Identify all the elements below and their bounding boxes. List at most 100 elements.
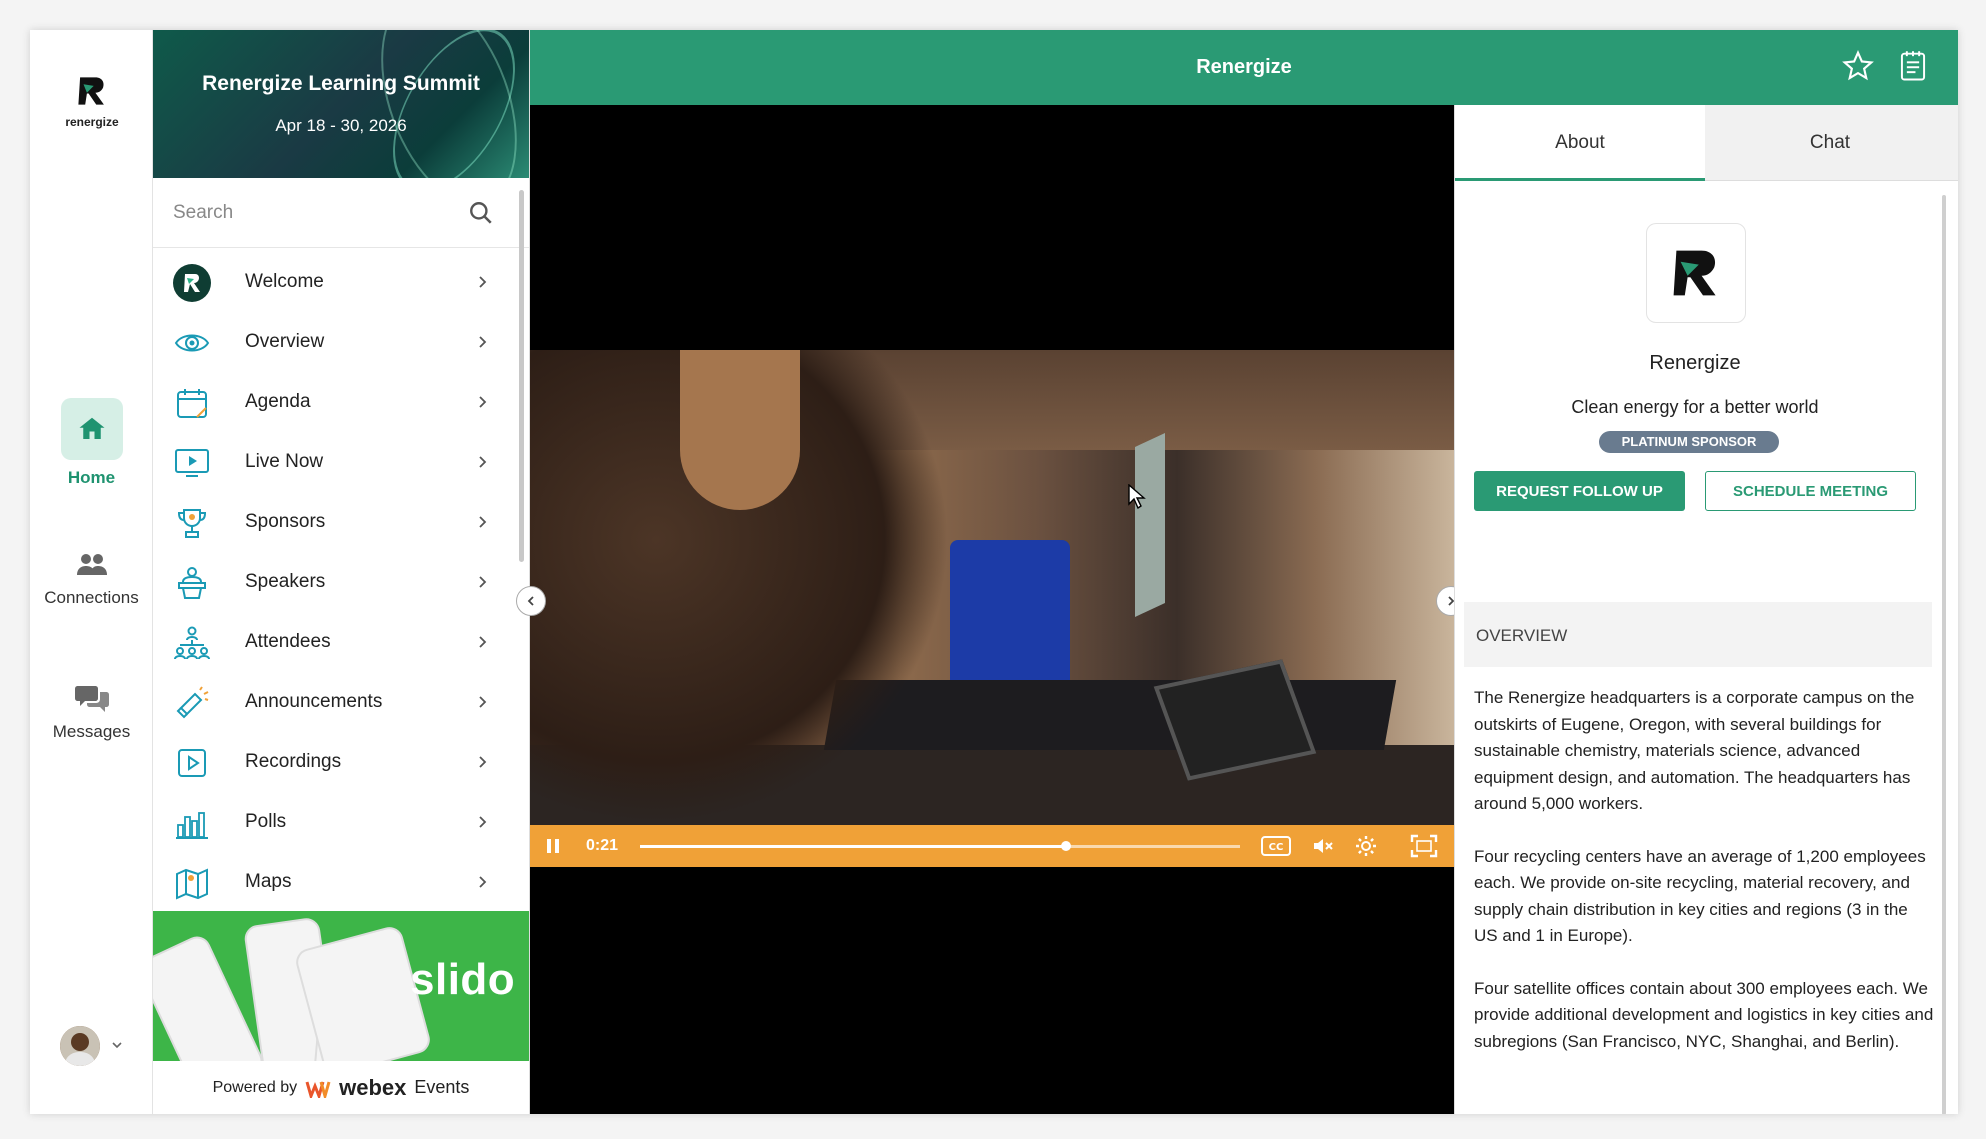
player-controls: 0:21 CC	[530, 825, 1454, 867]
logo-wordmark: renergize	[65, 115, 119, 129]
home-icon	[60, 398, 123, 460]
nav-item-speakers[interactable]: Speakers	[153, 552, 519, 612]
powered-by-label: Powered by	[212, 1078, 298, 1096]
nav-item-sponsors[interactable]: Sponsors	[153, 492, 519, 552]
chevron-right-icon	[479, 696, 487, 708]
podium-icon	[173, 564, 211, 602]
settings-gear-icon[interactable]	[1354, 834, 1378, 858]
event-nav: Renergize Learning Summit Apr 18 - 30, 2…	[153, 30, 530, 1114]
search-icon[interactable]	[468, 200, 494, 226]
slido-wordmark: slido	[410, 955, 516, 1004]
webex-events-label: Events	[414, 1077, 470, 1097]
nav-item-label: Announcements	[245, 691, 383, 712]
notes-icon[interactable]	[1898, 50, 1928, 82]
chevron-right-icon	[479, 816, 487, 828]
fullscreen-icon[interactable]	[1410, 834, 1438, 858]
sponsor-logo	[1646, 223, 1746, 323]
event-title: Renergize Learning Summit	[202, 72, 480, 95]
schedule-meeting-button[interactable]: SCHEDULE MEETING	[1705, 471, 1916, 511]
nav-item-overview[interactable]: Overview	[153, 312, 519, 372]
nav-item-label: Attendees	[245, 631, 331, 652]
about-panel: About Chat Renergize Clean energy for a …	[1454, 105, 1958, 1114]
people-icon	[76, 554, 107, 575]
panel-scrollbar[interactable]	[1942, 195, 1946, 1114]
sponsor-tier-badge: PLATINUM SPONSOR	[1599, 431, 1779, 453]
playback-time: 0:21	[586, 837, 619, 854]
star-icon[interactable]	[1842, 50, 1874, 82]
renergize-logo[interactable]: renergize	[50, 74, 134, 129]
nav-item-label: Polls	[245, 811, 287, 832]
map-icon	[173, 864, 211, 902]
chat-bubbles-icon	[74, 686, 109, 712]
renergize-logo-icon	[1673, 250, 1716, 296]
search-input[interactable]	[173, 198, 453, 228]
chevron-right-icon	[479, 636, 487, 648]
progress-handle[interactable]	[1061, 841, 1071, 851]
nav-item-label: Recordings	[245, 751, 342, 772]
nav-item-label: Live Now	[245, 451, 324, 472]
nav-item-welcome[interactable]: Welcome	[153, 252, 519, 312]
renergize-logo-icon	[173, 264, 211, 302]
mouse-cursor-icon	[1128, 484, 1146, 510]
nav-list: Welcome Overview Agenda Live Now Sponsor…	[153, 252, 519, 912]
bar-chart-icon	[173, 804, 211, 842]
nav-item-polls[interactable]: Polls	[153, 792, 519, 852]
chevron-right-icon	[479, 876, 487, 888]
nav-item-recordings[interactable]: Recordings	[153, 732, 519, 792]
overview-paragraph: Four satellite offices contain about 300…	[1474, 978, 1934, 1051]
nav-item-label: Speakers	[245, 571, 326, 592]
nav-item-agenda[interactable]: Agenda	[153, 372, 519, 432]
webex-brand: webex	[339, 1074, 407, 1100]
rail-item-label: Messages	[52, 722, 131, 741]
top-bar: Renergize	[530, 30, 1958, 105]
megaphone-icon	[173, 684, 211, 722]
nav-item-maps[interactable]: Maps	[153, 852, 519, 912]
trophy-icon	[173, 504, 211, 542]
play-square-icon	[173, 744, 211, 782]
app-window: renergize Home Connections Messages Rene…	[30, 30, 1958, 1114]
nav-scrollbar[interactable]	[519, 190, 524, 562]
chevron-right-icon	[479, 396, 487, 408]
tab-about[interactable]: About	[1455, 105, 1705, 181]
rail-item-home[interactable]: Home	[30, 398, 153, 488]
rail-item-label: Home	[67, 468, 116, 487]
progress-bar[interactable]	[640, 841, 1240, 851]
nav-item-label: Maps	[245, 871, 292, 892]
closed-captions-icon[interactable]: CC	[1260, 835, 1292, 857]
search-bar	[153, 178, 529, 248]
org-chart-icon	[173, 624, 211, 662]
chevron-right-icon	[479, 336, 487, 348]
nav-item-label: Overview	[245, 331, 325, 352]
nav-item-attendees[interactable]: Attendees	[153, 612, 519, 672]
nav-item-label: Agenda	[245, 391, 311, 412]
overview-heading: OVERVIEW	[1464, 602, 1932, 667]
chevron-down-icon[interactable]	[110, 1038, 124, 1052]
chevron-right-icon	[479, 516, 487, 528]
svg-text:CC: CC	[1269, 842, 1284, 853]
request-follow-up-button[interactable]: REQUEST FOLLOW UP	[1474, 471, 1685, 511]
overview-text: The Renergize headquarters is a corporat…	[1474, 685, 1934, 1081]
video-player[interactable]: 0:21 CC	[530, 105, 1454, 1114]
sponsor-name: Renergize	[1649, 352, 1741, 374]
monitor-play-icon	[173, 444, 211, 482]
nav-item-label: Sponsors	[245, 511, 326, 532]
nav-item-label: Welcome	[245, 271, 324, 292]
nav-item-announcements[interactable]: Announcements	[153, 672, 519, 732]
rail-item-messages[interactable]: Messages	[30, 682, 153, 742]
volume-mute-icon[interactable]	[1312, 836, 1334, 856]
chevron-right-icon	[479, 576, 487, 588]
powered-by-footer: Powered by webex Events	[153, 1061, 529, 1114]
sponsor-tagline: Clean energy for a better world	[1571, 397, 1819, 417]
pause-icon[interactable]	[544, 836, 562, 856]
event-banner: Renergize Learning Summit Apr 18 - 30, 2…	[153, 30, 529, 178]
collapse-nav-button[interactable]	[516, 586, 546, 616]
rail-item-connections[interactable]: Connections	[30, 550, 153, 608]
eye-icon	[173, 324, 211, 362]
panel-tabs: About Chat	[1455, 105, 1958, 181]
tab-chat[interactable]: Chat	[1705, 105, 1955, 181]
chevron-right-icon	[479, 456, 487, 468]
webex-logo-icon	[305, 1081, 331, 1098]
nav-item-live-now[interactable]: Live Now	[153, 432, 519, 492]
user-avatar[interactable]	[60, 1026, 100, 1066]
slido-ad-banner[interactable]: slido	[153, 911, 529, 1061]
